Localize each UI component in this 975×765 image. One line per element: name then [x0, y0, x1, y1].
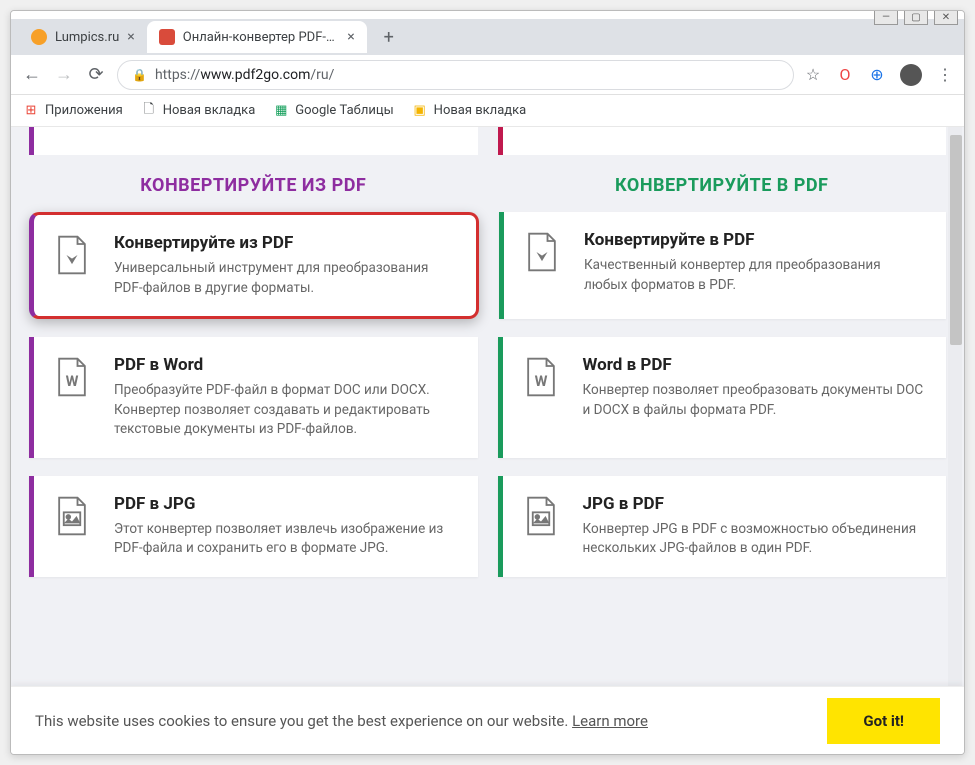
card-pdf-to-jpg[interactable]: PDF в JPG Этот конвертер позволяет извле…	[29, 476, 478, 577]
tab-pdf2go[interactable]: Онлайн-конвертер PDF-файлов ×	[147, 21, 367, 53]
avatar[interactable]	[900, 64, 922, 86]
card-title: Конвертируйте в PDF	[584, 230, 926, 250]
pdf-icon	[50, 233, 98, 298]
page-icon: 🗋	[141, 103, 157, 119]
card-text: JPG в PDF Конвертер JPG в PDF с возможно…	[583, 494, 927, 559]
image-icon	[50, 494, 98, 559]
svg-text:W: W	[66, 372, 79, 390]
page-icon: ▣	[412, 103, 428, 119]
card-title: Конвертируйте из PDF	[114, 233, 456, 253]
new-tab-button[interactable]: +	[375, 23, 403, 51]
close-icon[interactable]: ×	[127, 29, 134, 45]
toolbar-icons: ☆ O ⊕ ⋮	[804, 64, 954, 86]
back-button[interactable]: ←	[21, 64, 43, 86]
bookmark-label: Новая вкладка	[434, 103, 527, 118]
card-title: PDF в JPG	[114, 494, 458, 514]
card-desc: Конвертер позволяет преобразовать докуме…	[583, 381, 927, 420]
pdf-icon	[520, 230, 568, 301]
window-controls: — ▢ ✕	[874, 10, 958, 25]
sheets-icon: ▦	[273, 103, 289, 119]
lock-icon: 🔒	[132, 68, 147, 82]
card-text: PDF в Word Преобразуйте PDF-файл в форма…	[114, 355, 458, 440]
stub-right	[498, 127, 947, 155]
menu-icon[interactable]: ⋮	[936, 66, 954, 84]
card-jpg-to-pdf[interactable]: JPG в PDF Конвертер JPG в PDF с возможно…	[498, 476, 947, 577]
address-bar[interactable]: 🔒 https://www.pdf2go.com/ru/	[117, 60, 794, 90]
globe-icon[interactable]: ⊕	[868, 66, 886, 84]
star-icon[interactable]: ☆	[804, 66, 822, 84]
cookie-banner: This website uses cookies to ensure you …	[11, 686, 964, 754]
favicon-icon	[159, 29, 175, 45]
card-title: Word в PDF	[583, 355, 927, 375]
card-desc: Преобразуйте PDF-файл в формат DOC или D…	[114, 381, 458, 440]
card-text: PDF в JPG Этот конвертер позволяет извле…	[114, 494, 458, 559]
bookmark-sheets[interactable]: ▦ Google Таблицы	[273, 103, 393, 119]
card-row-3: PDF в JPG Этот конвертер позволяет извле…	[29, 476, 946, 577]
heading-to-pdf: КОНВЕРТИРУЙТЕ В PDF	[498, 175, 947, 196]
card-title: PDF в Word	[114, 355, 458, 375]
card-text: Word в PDF Конвертер позволяет преобразо…	[583, 355, 927, 440]
bookmarks-bar: ⊞ Приложения 🗋 Новая вкладка ▦ Google Табли…	[11, 95, 964, 127]
reload-button[interactable]: ⟳	[85, 64, 107, 86]
image-icon	[519, 494, 567, 559]
bookmark-newtab1[interactable]: 🗋 Новая вкладка	[141, 103, 256, 119]
card-desc: Качественный конвертер для преобразовани…	[584, 256, 926, 295]
card-convert-to-pdf[interactable]: Конвертируйте в PDF Качественный конверт…	[499, 212, 946, 319]
maximize-button[interactable]: ▢	[904, 10, 928, 25]
close-button[interactable]: ✕	[934, 10, 958, 25]
bookmark-newtab2[interactable]: ▣ Новая вкладка	[412, 103, 527, 119]
card-title: JPG в PDF	[583, 494, 927, 514]
browser-window: — ▢ ✕ Lumpics.ru × Онлайн-конвертер PDF-…	[10, 10, 965, 755]
tab-lumpics[interactable]: Lumpics.ru ×	[19, 21, 147, 53]
tab-title: Lumpics.ru	[55, 30, 119, 45]
card-text: Конвертируйте в PDF Качественный конверт…	[584, 230, 926, 301]
url-text: https://www.pdf2go.com/ru/	[155, 67, 334, 83]
cookie-message: This website uses cookies to ensure you …	[35, 712, 807, 730]
tab-title: Онлайн-конвертер PDF-файлов	[183, 30, 340, 45]
scrollbar-thumb[interactable]	[950, 135, 962, 345]
card-word-to-pdf[interactable]: W Word в PDF Конвертер позволяет преобра…	[498, 337, 947, 458]
card-row-2: W PDF в Word Преобразуйте PDF-файл в фор…	[29, 337, 946, 458]
heading-from-pdf: КОНВЕРТИРУЙТЕ ИЗ PDF	[29, 175, 478, 196]
cookie-text: This website uses cookies to ensure you …	[35, 712, 572, 730]
card-convert-from-pdf[interactable]: Конвертируйте из PDF Универсальный инстр…	[29, 212, 479, 319]
cookie-accept-button[interactable]: Got it!	[827, 698, 940, 744]
card-pdf-to-word[interactable]: W PDF в Word Преобразуйте PDF-файл в фор…	[29, 337, 478, 458]
section-headings: КОНВЕРТИРУЙТЕ ИЗ PDF КОНВЕРТИРУЙТЕ В PDF	[29, 175, 946, 196]
titlebar: — ▢ ✕	[11, 11, 964, 19]
favicon-icon	[31, 29, 47, 45]
apps-icon: ⊞	[23, 103, 39, 119]
stub-left	[29, 127, 478, 155]
tab-strip: Lumpics.ru × Онлайн-конвертер PDF-файлов…	[11, 19, 964, 55]
bookmark-label: Google Таблицы	[295, 103, 393, 118]
forward-button[interactable]: →	[53, 64, 75, 86]
svg-text:W: W	[534, 372, 547, 390]
close-icon[interactable]: ×	[347, 29, 354, 45]
opera-icon[interactable]: O	[836, 66, 854, 84]
word-icon: W	[519, 355, 567, 440]
scroll-area[interactable]: КОНВЕРТИРУЙТЕ ИЗ PDF КОНВЕРТИРУЙТЕ В PDF…	[11, 127, 964, 754]
card-desc: Этот конвертер позволяет извлечь изображ…	[114, 520, 458, 559]
minimize-button[interactable]: —	[874, 10, 898, 25]
card-desc: Конвертер JPG в PDF с возможностью объед…	[583, 520, 927, 559]
address-row: ← → ⟳ 🔒 https://www.pdf2go.com/ru/ ☆ O ⊕…	[11, 55, 964, 95]
bookmark-apps[interactable]: ⊞ Приложения	[23, 103, 123, 119]
word-icon: W	[50, 355, 98, 440]
bookmark-label: Приложения	[45, 103, 123, 118]
card-row-1: Конвертируйте из PDF Универсальный инстр…	[29, 212, 946, 319]
card-text: Конвертируйте из PDF Универсальный инстр…	[114, 233, 456, 298]
page-content: КОНВЕРТИРУЙТЕ ИЗ PDF КОНВЕРТИРУЙТЕ В PDF…	[11, 127, 964, 754]
learn-more-link[interactable]: Learn more	[572, 712, 648, 730]
top-stub-row	[29, 127, 946, 155]
bookmark-label: Новая вкладка	[163, 103, 256, 118]
card-desc: Универсальный инструмент для преобразова…	[114, 259, 456, 298]
